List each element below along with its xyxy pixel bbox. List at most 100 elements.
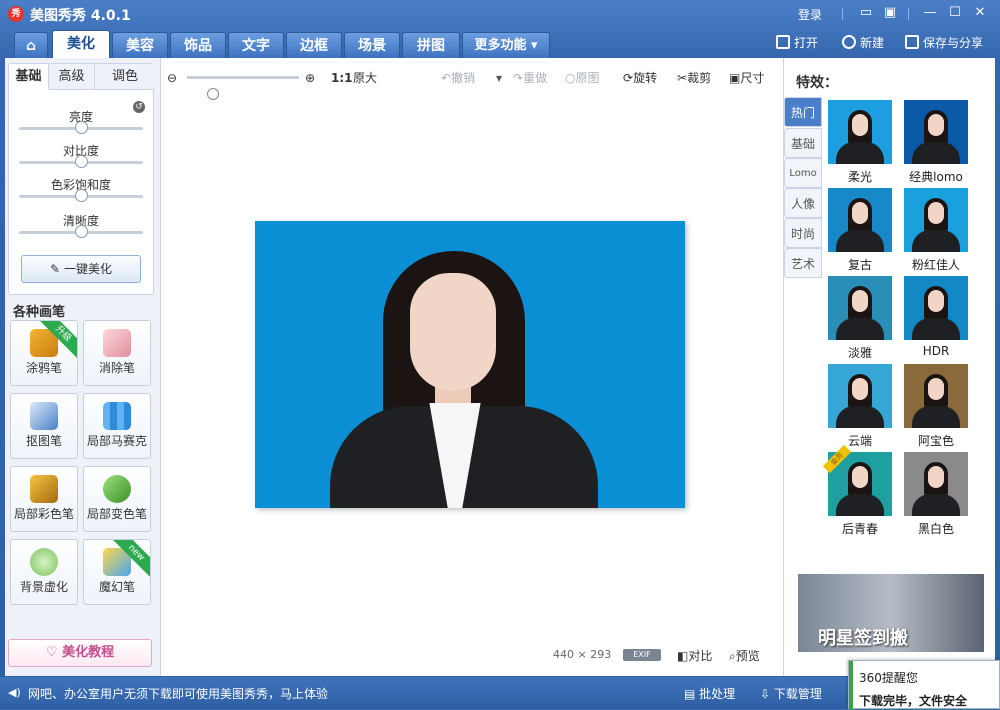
effect-label: 复古 xyxy=(847,258,872,272)
compare-button[interactable]: ◧对比 xyxy=(677,647,712,664)
notification-popup[interactable]: 360提醒您 下载完毕，文件安全 xyxy=(848,660,1000,710)
blur-icon xyxy=(30,548,58,576)
effect-label: 云端 xyxy=(847,434,872,448)
status-message[interactable]: 网吧、办公室用户无须下载即可使用美图秀秀，马上体验 xyxy=(28,685,328,702)
doodle-brush-button[interactable]: 涂鸦笔 升级 xyxy=(10,320,78,386)
message-icon[interactable]: ▭ xyxy=(856,4,876,22)
original-button[interactable]: ○原图 xyxy=(565,70,600,86)
preview-button[interactable]: ⌕预览 xyxy=(729,647,760,664)
actual-size-button[interactable]: 1:1 xyxy=(331,70,353,86)
effect-item[interactable]: HDR xyxy=(904,276,968,362)
more-features-dropdown[interactable]: 更多功能 ▾ xyxy=(462,32,550,58)
effect-item[interactable]: 云端 xyxy=(828,364,892,450)
portrait-face xyxy=(852,202,868,224)
effect-item[interactable]: 粉红佳人 xyxy=(904,188,968,274)
rotate-icon: ⟳ xyxy=(623,71,634,85)
close-icon[interactable]: ✕ xyxy=(970,4,990,22)
effect-item[interactable]: 会员 后青春 xyxy=(822,444,892,538)
new-button[interactable]: 新建 xyxy=(842,33,884,53)
popup-title: 360提醒您 xyxy=(859,671,918,685)
edit-toolbar: ⊖ ⊕ 1:1 原大 ↶撤销 ▾ ↷重做 ○原图 ⟳旋转 ✂裁剪 ▣尺寸 xyxy=(161,58,783,100)
subtab-basic[interactable]: 基础 xyxy=(9,64,49,90)
save-share-button[interactable]: 保存与分享 xyxy=(905,33,983,53)
rotate-button[interactable]: ⟳旋转 xyxy=(623,70,657,86)
crop-button[interactable]: ✂裁剪 xyxy=(677,70,711,86)
slider-thumb[interactable] xyxy=(75,155,88,168)
original-size-button[interactable]: 原大 xyxy=(353,70,377,86)
original-icon: ○ xyxy=(565,71,576,85)
sharpness-slider[interactable]: 清晰度 xyxy=(19,212,143,242)
zoom-out-icon[interactable]: ⊖ xyxy=(167,70,177,86)
subtab-advanced[interactable]: 高级 xyxy=(49,64,95,90)
tab-frame[interactable]: 边框 xyxy=(286,32,342,58)
effect-item[interactable]: 复古 xyxy=(828,188,892,274)
contrast-slider[interactable]: 对比度 xyxy=(19,142,143,172)
effect-item[interactable]: 柔光 xyxy=(828,100,892,186)
ad-banner[interactable]: 明星签到搬 xyxy=(798,574,984,652)
download-manager-button[interactable]: ⇩ 下载管理 xyxy=(760,685,822,702)
home-icon[interactable]: ⌂ xyxy=(14,32,48,58)
tutorial-button[interactable]: ♡ 美化教程 xyxy=(8,639,152,667)
slider-thumb[interactable] xyxy=(75,225,88,238)
resize-button[interactable]: ▣尺寸 xyxy=(729,70,764,86)
portrait-jacket xyxy=(836,230,884,252)
effect-thumbnail xyxy=(904,188,968,252)
preview-label: 预览 xyxy=(735,649,760,663)
exif-button[interactable]: EXIF xyxy=(623,649,661,661)
tab-beauty[interactable]: 美容 xyxy=(112,32,168,58)
zoom-in-icon[interactable]: ⊕ xyxy=(305,70,315,86)
undo-button[interactable]: ↶撤销 xyxy=(441,70,475,86)
background-blur-button[interactable]: 背景虚化 xyxy=(10,539,78,605)
effects-category-fashion[interactable]: 时尚 xyxy=(784,218,822,248)
one-click-beautify-button[interactable]: ✎ 一键美化 xyxy=(21,255,141,283)
skin-icon[interactable]: ▣ xyxy=(880,4,900,22)
effects-title: 特效： xyxy=(796,75,838,91)
effects-category-hot[interactable]: 热门 xyxy=(784,97,822,127)
effect-item[interactable]: 阿宝色 xyxy=(904,364,968,450)
tab-text[interactable]: 文字 xyxy=(228,32,284,58)
minimize-icon[interactable]: — xyxy=(920,4,940,22)
portrait-jacket xyxy=(836,406,884,428)
tab-beautify[interactable]: 美化 xyxy=(52,30,110,58)
batch-process-button[interactable]: ▤ 批处理 xyxy=(684,685,735,702)
mosaic-brush-button[interactable]: 局部马赛克 xyxy=(83,393,151,459)
portrait-face xyxy=(852,290,868,312)
speaker-icon: ◀) xyxy=(8,686,21,699)
brush-label: 局部彩色笔 xyxy=(13,507,74,521)
slider-thumb[interactable] xyxy=(75,121,88,134)
slider-thumb[interactable] xyxy=(75,189,88,202)
login-link[interactable]: 登录 xyxy=(798,6,822,23)
main-area: 基础 高级 调色 ↺ 亮度 对比度 色彩饱和度 清晰度 ✎ 一键美化 各种画笔 … xyxy=(5,58,995,676)
effect-item[interactable]: 黑白色 xyxy=(904,452,968,538)
effects-category-lomo[interactable]: Lomo xyxy=(784,158,822,188)
effect-item[interactable]: 淡雅 xyxy=(828,276,892,362)
subtab-color[interactable]: 调色 xyxy=(95,64,155,90)
magic-brush-button[interactable]: 魔幻笔 new xyxy=(83,539,151,605)
cutout-brush-button[interactable]: 抠图笔 xyxy=(10,393,78,459)
tab-collage[interactable]: 拼图 xyxy=(402,32,460,58)
app-title: 美图秀秀 4.0.1 xyxy=(30,8,131,24)
portrait-jacket xyxy=(912,406,960,428)
eraser-brush-button[interactable]: 消除笔 xyxy=(83,320,151,386)
tab-scene[interactable]: 场景 xyxy=(344,32,400,58)
tab-accessories[interactable]: 饰品 xyxy=(170,32,226,58)
brightness-slider[interactable]: 亮度 xyxy=(19,108,143,138)
zoom-slider[interactable] xyxy=(187,76,299,100)
maximize-icon[interactable]: ☐ xyxy=(945,4,965,22)
effects-category-basic[interactable]: 基础 xyxy=(784,128,822,158)
effect-item[interactable]: 经典lomo xyxy=(904,100,968,186)
effects-category-portrait[interactable]: 人像 xyxy=(784,188,822,218)
saturation-slider[interactable]: 色彩饱和度 xyxy=(19,176,143,206)
undo-dropdown-icon[interactable]: ▾ xyxy=(496,70,502,86)
effects-category-art[interactable]: 艺术 xyxy=(784,248,822,278)
open-button[interactable]: 打开 xyxy=(776,33,818,53)
photo-canvas[interactable] xyxy=(255,221,685,508)
zoom-thumb[interactable] xyxy=(207,88,219,100)
color-brush-button[interactable]: 局部彩色笔 xyxy=(10,466,78,532)
batch-icon: ▤ xyxy=(684,687,696,701)
app-logo-icon: 秀 xyxy=(8,6,24,22)
redo-button[interactable]: ↷重做 xyxy=(513,70,547,86)
hand-icon: ♡ xyxy=(45,645,58,660)
save-icon xyxy=(905,35,919,49)
recolor-brush-button[interactable]: 局部变色笔 xyxy=(83,466,151,532)
